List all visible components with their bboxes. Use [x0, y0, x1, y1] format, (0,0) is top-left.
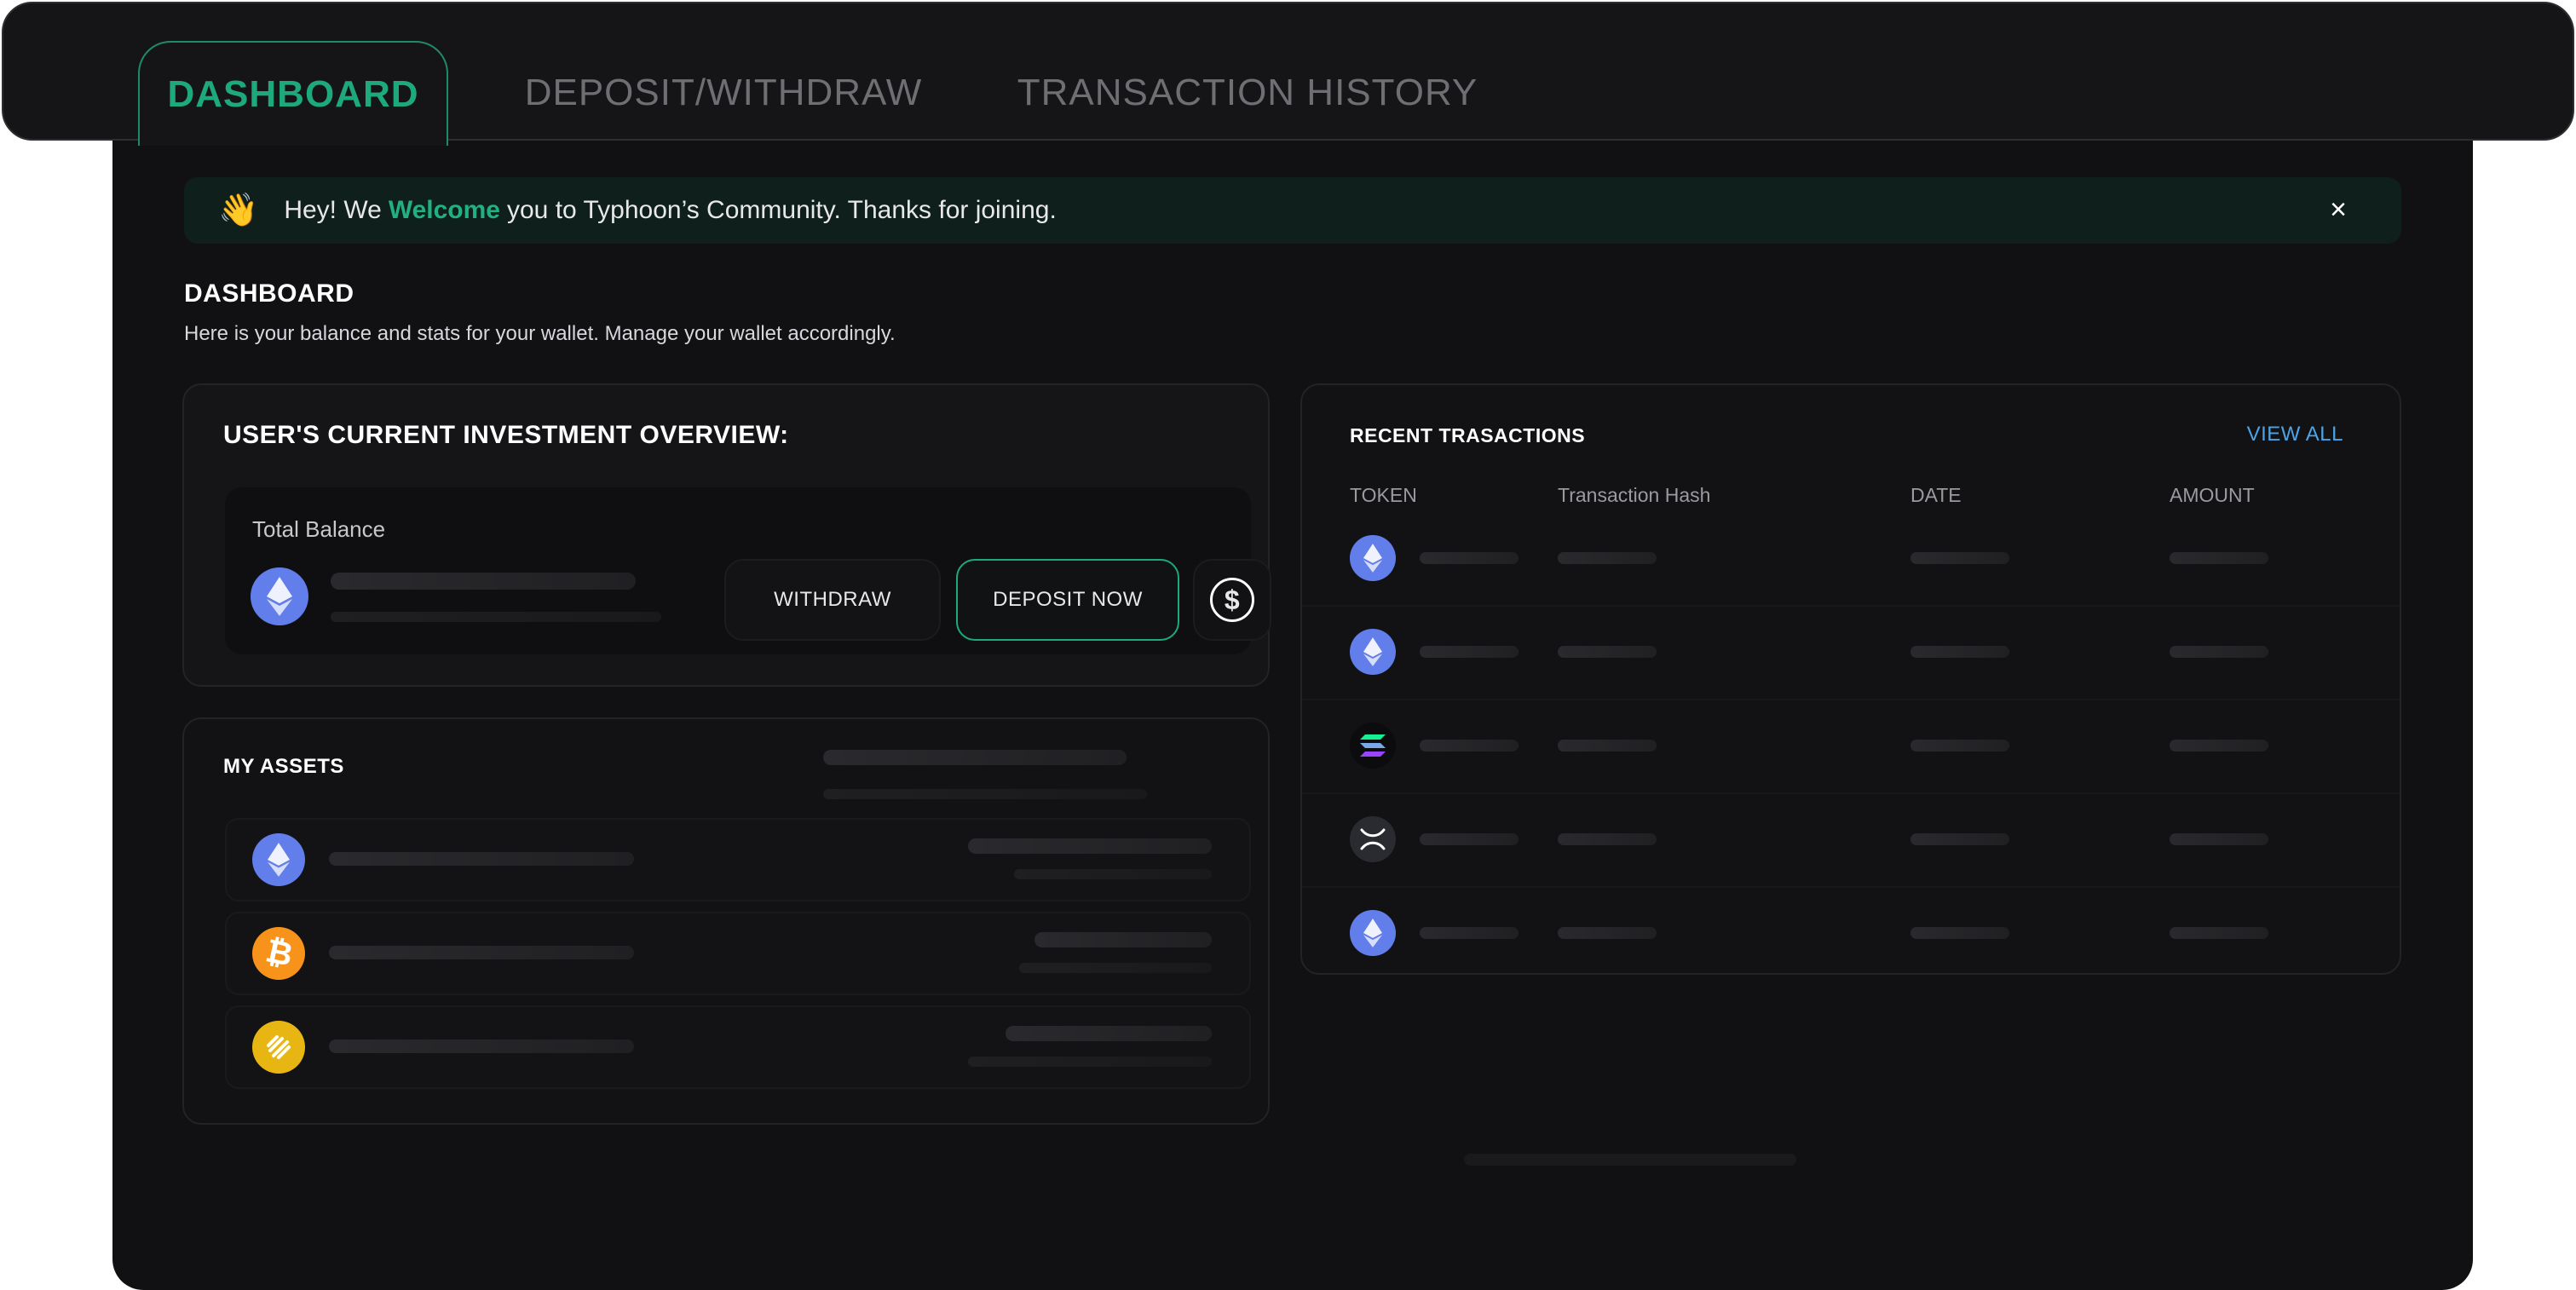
tab-transaction-history[interactable]: TRANSACTION HISTORY: [1009, 41, 1486, 145]
asset-subvalue-placeholder: [1014, 869, 1212, 879]
xrp-icon: [1350, 816, 1396, 862]
assets-total-placeholder: [823, 750, 1127, 765]
balance-subvalue-placeholder: [331, 612, 661, 622]
deposit-now-button[interactable]: DEPOSIT NOW: [956, 559, 1179, 641]
date-placeholder: [1910, 740, 2009, 752]
date-placeholder: [1910, 646, 2009, 658]
page-title: DASHBOARD: [184, 279, 354, 308]
amount-placeholder: [2170, 552, 2268, 564]
date-placeholder: [1910, 833, 2009, 845]
asset-subvalue-placeholder: [968, 1057, 1212, 1067]
amount-placeholder: [2170, 740, 2268, 752]
amount-placeholder: [2170, 927, 2268, 939]
asset-value-placeholder: [1034, 932, 1212, 947]
column-header-transaction-hash: Transaction Hash: [1558, 484, 1711, 506]
token-name-placeholder: [1420, 740, 1519, 752]
page-subtitle: Here is your balance and stats for your …: [184, 322, 896, 345]
hash-placeholder: [1558, 927, 1657, 939]
hash-placeholder: [1558, 833, 1657, 845]
banner-text-prefix: Hey! We: [284, 196, 382, 224]
currency-button[interactable]: $: [1193, 559, 1271, 641]
asset-name-placeholder: [329, 1039, 634, 1053]
assets-subtotal-placeholder: [823, 789, 1147, 799]
view-all-link[interactable]: VIEW ALL: [2247, 423, 2343, 446]
transaction-row[interactable]: [1302, 794, 2400, 888]
tab-deposit-withdraw[interactable]: DEPOSIT/WITHDRAW: [515, 41, 932, 145]
asset-row[interactable]: [225, 1005, 1251, 1089]
asset-row[interactable]: ₿: [225, 912, 1251, 995]
solana-icon: [1350, 723, 1396, 769]
ethereum-icon: [251, 567, 308, 625]
hash-placeholder: [1558, 552, 1657, 564]
banner-highlight: Welcome: [388, 196, 500, 224]
token-name-placeholder: [1420, 552, 1519, 564]
transaction-row[interactable]: [1302, 607, 2400, 700]
binance-usd-icon: [252, 1021, 305, 1074]
column-header-token: TOKEN: [1350, 484, 1417, 506]
token-name-placeholder: [1420, 833, 1519, 845]
transaction-row[interactable]: [1302, 700, 2400, 794]
balance-value-placeholder: [331, 573, 636, 590]
welcome-banner: 👋 Hey! We Welcome you to Typhoon’s Commu…: [184, 177, 2401, 244]
asset-row[interactable]: [225, 818, 1251, 901]
top-tab-bar: DASHBOARD DEPOSIT/WITHDRAW TRANSACTION H…: [2, 2, 2574, 146]
date-placeholder: [1910, 552, 2009, 564]
assets-title: MY ASSETS: [223, 755, 344, 778]
bitcoin-icon: ₿: [252, 927, 305, 980]
token-name-placeholder: [1420, 646, 1519, 658]
asset-name-placeholder: [329, 946, 634, 959]
transaction-row[interactable]: [1302, 888, 2400, 982]
dollar-icon: $: [1210, 578, 1254, 622]
ethereum-icon: [1350, 535, 1396, 581]
column-header-date: DATE: [1910, 484, 1962, 506]
amount-placeholder: [2170, 833, 2268, 845]
total-balance-label: Total Balance: [252, 516, 386, 542]
date-placeholder: [1910, 927, 2009, 939]
waving-hand-icon: 👋: [218, 193, 259, 228]
ethereum-icon: [1350, 910, 1396, 956]
tab-dashboard[interactable]: DASHBOARD: [138, 41, 448, 146]
recent-transactions-title: RECENT TRASACTIONS: [1350, 424, 1586, 446]
column-header-amount: AMOUNT: [2170, 484, 2255, 506]
transaction-row[interactable]: [1302, 513, 2400, 607]
hash-placeholder: [1558, 646, 1657, 658]
ethereum-icon: [1350, 629, 1396, 675]
close-icon[interactable]: ×: [2323, 194, 2354, 225]
investment-overview-card: USER'S CURRENT INVESTMENT OVERVIEW: Tota…: [182, 383, 1271, 687]
asset-value-placeholder: [968, 838, 1212, 854]
banner-text-suffix: you to Typhoon’s Community. Thanks for j…: [506, 196, 1057, 224]
amount-placeholder: [2170, 646, 2268, 658]
my-assets-card: MY ASSETS ₿: [182, 717, 1270, 1125]
recent-transactions-card: RECENT TRASACTIONS VIEW ALL TOKEN Transa…: [1300, 383, 2401, 975]
loading-placeholder: [1464, 1154, 1796, 1166]
ethereum-icon: [252, 833, 305, 886]
asset-value-placeholder: [1006, 1026, 1212, 1041]
overview-title: USER'S CURRENT INVESTMENT OVERVIEW:: [223, 421, 789, 449]
asset-name-placeholder: [329, 852, 634, 866]
total-balance-box: Total Balance WITHDRAW DEPOSIT NOW $: [225, 487, 1271, 654]
hash-placeholder: [1558, 740, 1657, 752]
asset-subvalue-placeholder: [1019, 963, 1212, 973]
withdraw-button[interactable]: WITHDRAW: [724, 559, 941, 641]
token-name-placeholder: [1420, 927, 1519, 939]
